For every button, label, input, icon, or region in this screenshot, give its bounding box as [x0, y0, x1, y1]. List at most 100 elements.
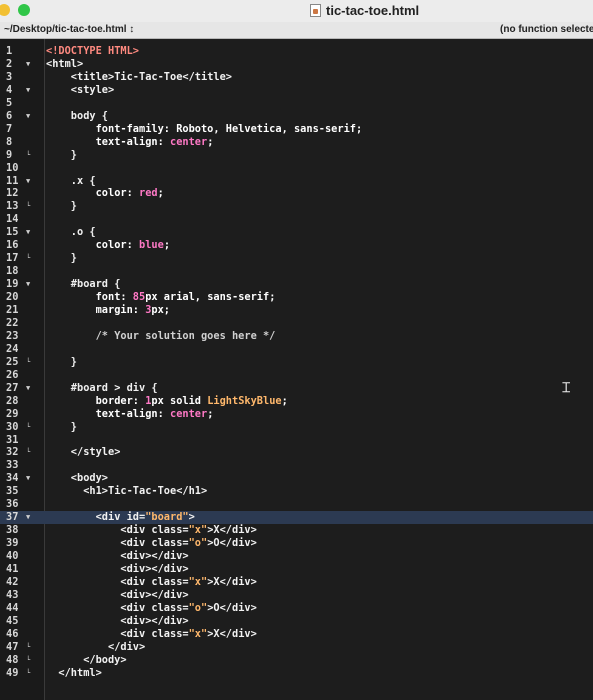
code-line[interactable]: 9 └}	[0, 149, 593, 162]
code-line[interactable]: 43 <div></div>	[0, 589, 593, 602]
fold-arrow-icon[interactable]: ▼	[26, 278, 34, 291]
fold-end-icon: └	[26, 357, 31, 366]
code-line[interactable]: 44 <div class="o">O</div>	[0, 602, 593, 615]
code-token: </div>	[219, 627, 257, 640]
fold-arrow-icon[interactable]: ▼	[26, 58, 34, 71]
code-line[interactable]: 35 <h1>Tic-Tac-Toe</h1>	[0, 485, 593, 498]
code-line[interactable]: 4 ▼ <style>	[0, 84, 593, 97]
code-line[interactable]: 32 └ </style>	[0, 446, 593, 459]
window-title-group: tic-tac-toe.html	[310, 3, 419, 18]
fold-arrow-icon[interactable]: ▼	[26, 175, 34, 188]
fold-end-icon: └	[26, 254, 31, 263]
code-line[interactable]: 19 ▼ #board {	[0, 278, 593, 291]
minimize-button[interactable]	[0, 4, 10, 16]
code-line[interactable]: 5	[0, 97, 593, 110]
code-token: </html>	[58, 666, 102, 679]
code-token: red	[139, 187, 158, 200]
code-line[interactable]: 25 └}	[0, 356, 593, 369]
code-editor[interactable]: 1 <!DOCTYPE HTML> 2 ▼ <html> 3 <title>Tic-Tac-…	[0, 39, 593, 700]
code-line[interactable]: 39 <div class="o">O</div>	[0, 537, 593, 550]
code-token: class=	[151, 537, 189, 550]
file-path-popup[interactable]: ~/Desktop/tic-tac-toe.html ↕	[4, 24, 134, 35]
line-number: 1	[6, 45, 13, 57]
fold-arrow-icon[interactable]: ▼	[26, 226, 34, 239]
code-line[interactable]: 2 ▼ <html>	[0, 58, 593, 71]
code-text: <div></div>	[120, 589, 188, 602]
code-line[interactable]: 48 └ </body>	[0, 654, 593, 667]
code-text: <div class="o">O</div>	[120, 602, 256, 615]
fold-arrow-icon[interactable]: ▼	[26, 110, 34, 123]
fold-arrow-icon[interactable]: ▼	[26, 84, 34, 97]
code-text: border: 1px solid LightSkyBlue;	[96, 395, 288, 408]
code-line[interactable]: 45 <div></div>	[0, 615, 593, 628]
code-line[interactable]: 18	[0, 265, 593, 278]
code-line[interactable]: 1 <!DOCTYPE HTML>	[0, 45, 593, 58]
code-text: <div class="x">X</div>	[120, 576, 256, 589]
code-token: .o {	[70, 226, 96, 239]
code-line[interactable]: 29 text-align: center;	[0, 408, 593, 421]
code-line[interactable]: 31	[0, 434, 593, 447]
code-line[interactable]: 40 <div></div>	[0, 550, 593, 563]
fold-arrow-icon[interactable]: ▼	[26, 472, 34, 485]
code-line[interactable]: 16 color: blue;	[0, 239, 593, 252]
code-line[interactable]: 30 └}	[0, 421, 593, 434]
code-line[interactable]: 14	[0, 213, 593, 226]
code-line[interactable]: 37 ▼ <div id="board">	[0, 511, 593, 525]
code-line[interactable]: 21 margin: 3px;	[0, 304, 593, 317]
code-line[interactable]: 15 ▼ .o {	[0, 226, 593, 239]
code-text: <div></div>	[120, 550, 188, 563]
code-text: <html>	[46, 58, 83, 71]
code-token: text-align:	[95, 407, 170, 420]
code-line[interactable]: 38 <div class="x">X</div>	[0, 524, 593, 537]
code-line[interactable]: 7 font-family: Roboto, Helvetica, sans-se…	[0, 123, 593, 136]
code-line[interactable]: 24	[0, 343, 593, 356]
code-token: }	[70, 355, 77, 368]
line-number: 47	[6, 640, 19, 653]
fold-end-icon: └	[26, 668, 31, 677]
code-line[interactable]: 6 ▼ body {	[0, 110, 593, 123]
code-token: <div></div>	[120, 588, 189, 601]
code-line[interactable]: 22	[0, 317, 593, 330]
code-token: <div></div>	[120, 614, 189, 627]
line-number: 31	[6, 433, 19, 446]
code-token: class=	[151, 627, 189, 640]
code-line[interactable]: 27 ▼ #board > div {	[0, 382, 593, 395]
code-line[interactable]: 34 ▼ <body>	[0, 472, 593, 485]
code-line[interactable]: 49 └ </html>	[0, 667, 593, 680]
code-token: color:	[95, 239, 139, 252]
code-line[interactable]: 42 <div class="x">X</div>	[0, 576, 593, 589]
code-line[interactable]: 23 /* Your solution goes here */	[0, 330, 593, 343]
code-line[interactable]: 41 <div></div>	[0, 563, 593, 576]
line-number: 49	[6, 666, 19, 679]
code-line[interactable]: 13 └}	[0, 200, 593, 213]
code-token: class=	[151, 524, 189, 537]
code-line[interactable]: 47 └ </div>	[0, 641, 593, 654]
code-text: <div class="x">X</div>	[120, 524, 256, 537]
function-popup[interactable]: (no function selecte	[500, 24, 593, 35]
code-text: .x {	[71, 175, 96, 188]
code-token: </div>	[219, 537, 257, 550]
code-text: #board {	[71, 278, 121, 291]
code-line[interactable]: 20 font: 85px arial, sans-serif;	[0, 291, 593, 304]
code-line[interactable]: 17 └}	[0, 252, 593, 265]
code-line[interactable]: 28 border: 1px solid LightSkyBlue;	[0, 395, 593, 408]
code-line[interactable]: 8 text-align: center;	[0, 136, 593, 149]
code-line[interactable]: 36	[0, 498, 593, 511]
code-line[interactable]: 11 ▼ .x {	[0, 175, 593, 188]
code-text: font: 85px arial, sans-serif;	[96, 291, 276, 304]
code-token: class=	[151, 575, 189, 588]
fold-arrow-icon[interactable]: ▼	[26, 382, 34, 395]
fold-arrow-icon[interactable]: ▼	[26, 511, 34, 524]
code-token: }	[70, 148, 77, 161]
code-token: .x {	[70, 174, 96, 187]
zoom-button[interactable]	[18, 4, 30, 16]
code-line[interactable]: 3 <title>Tic-Tac-Toe</title>	[0, 71, 593, 84]
navigation-bar: ~/Desktop/tic-tac-toe.html ↕ (no functio…	[0, 22, 593, 39]
line-number: 25	[6, 355, 19, 368]
code-token: ;	[207, 407, 214, 420]
code-line[interactable]: 46 <div class="x">X</div>	[0, 628, 593, 641]
code-line[interactable]: 26	[0, 369, 593, 382]
code-line[interactable]: 12 color: red;	[0, 187, 593, 200]
code-line[interactable]: 10	[0, 162, 593, 175]
code-line[interactable]: 33	[0, 459, 593, 472]
